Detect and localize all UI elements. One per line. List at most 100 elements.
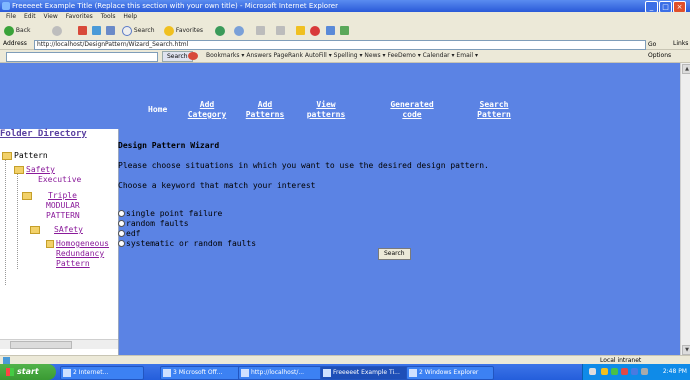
page-vertical-scrollbar[interactable]: ▲ ▼ bbox=[680, 63, 690, 355]
folder-directory-title[interactable]: Folder Directory bbox=[0, 129, 87, 139]
start-button[interactable]: start bbox=[0, 364, 56, 380]
home-button[interactable] bbox=[106, 25, 115, 36]
scroll-up-arrow-icon[interactable]: ▲ bbox=[682, 64, 690, 74]
option-label: random faults bbox=[126, 219, 189, 228]
favorites-button[interactable]: Favorites bbox=[164, 25, 203, 36]
menu-edit[interactable]: Edit bbox=[24, 13, 36, 20]
clock[interactable]: 2:48 PM bbox=[663, 364, 687, 380]
refresh-button[interactable] bbox=[92, 25, 101, 36]
menu-favorites[interactable]: Favorites bbox=[66, 13, 93, 20]
google-toolbar-items[interactable]: Bookmarks ▾ Answers PageRank AutoFill ▾ … bbox=[206, 50, 478, 62]
print-button[interactable] bbox=[276, 25, 285, 36]
links-button[interactable]: Links bbox=[673, 39, 688, 49]
option-single-point-failure[interactable]: single point failure bbox=[118, 209, 222, 218]
mail-button[interactable] bbox=[256, 25, 265, 36]
address-bar: Address http://localhost/DesignPattern/W… bbox=[0, 39, 690, 50]
search-label: Search bbox=[133, 27, 155, 34]
network-icon[interactable] bbox=[589, 368, 596, 375]
nav-search-pattern[interactable]: Search Pattern bbox=[466, 100, 522, 120]
folder-icon bbox=[22, 191, 32, 200]
menu-help[interactable]: Help bbox=[123, 13, 137, 20]
edit-button[interactable] bbox=[296, 25, 305, 36]
taskbar-item[interactable]: 3 Microsoft Off... bbox=[160, 366, 246, 380]
tree-item-pattern[interactable]: Pattern bbox=[2, 151, 48, 160]
menu-tools[interactable]: Tools bbox=[101, 13, 116, 20]
radio-button[interactable] bbox=[118, 220, 125, 227]
tree-item-pattern-sub[interactable]: PATTERN bbox=[46, 211, 80, 220]
tree-line bbox=[5, 155, 6, 285]
wizard-instruction-2: Choose a keyword that match your interes… bbox=[118, 181, 316, 190]
option-edf[interactable]: edf bbox=[118, 229, 140, 238]
address-field[interactable]: http://localhost/DesignPattern/Wizard_Se… bbox=[34, 40, 646, 50]
tree-item-triple[interactable]: Triple bbox=[22, 191, 77, 200]
back-button[interactable]: Back bbox=[4, 25, 31, 36]
tree-line bbox=[17, 169, 18, 269]
messenger-button[interactable] bbox=[340, 25, 349, 36]
messenger-icon bbox=[340, 26, 349, 35]
taskbar-item[interactable]: 2 Internet... bbox=[60, 366, 144, 380]
taskbar-item[interactable]: http://localhost/... bbox=[238, 366, 324, 380]
window-titlebar[interactable]: Freeeeet Example Title (Replace this sec… bbox=[0, 0, 690, 13]
tray-app-icon[interactable] bbox=[611, 368, 618, 375]
nav-generated-code[interactable]: Generated code bbox=[384, 100, 440, 120]
folder-horizontal-scrollbar[interactable] bbox=[0, 339, 118, 349]
tree-item-homogeneous[interactable]: Homogeneous bbox=[46, 239, 109, 248]
tree-item-redundancy[interactable]: Redundancy bbox=[56, 249, 104, 258]
nav-add-patterns[interactable]: Add Patterns bbox=[238, 100, 292, 120]
tree-item-sensor-label: SAfety bbox=[54, 225, 83, 234]
option-label: edf bbox=[126, 229, 141, 238]
option-random-faults[interactable]: random faults bbox=[118, 219, 189, 228]
nav-view-patterns-line1: View bbox=[316, 100, 336, 109]
taskbar-item-label: http://localhost/... bbox=[251, 369, 305, 376]
option-label: single point failure bbox=[126, 209, 223, 218]
tray-app-icon[interactable] bbox=[601, 368, 608, 375]
radio-button[interactable] bbox=[118, 240, 125, 247]
taskbar-item[interactable]: 2 Windows Explorer bbox=[406, 366, 494, 380]
windows-logo-icon bbox=[676, 13, 686, 21]
print-icon bbox=[276, 26, 285, 35]
research-button[interactable] bbox=[326, 25, 335, 36]
tree-item-safety[interactable]: Safety bbox=[14, 165, 55, 174]
option-systematic-or-random[interactable]: systematic or random faults bbox=[118, 239, 256, 248]
nav-add-category[interactable]: Add Category bbox=[180, 100, 234, 120]
forward-button[interactable] bbox=[52, 25, 62, 36]
tree-item-sensor[interactable]: SAfety bbox=[30, 225, 83, 234]
nav-add-patterns-line1: Add bbox=[257, 100, 273, 109]
media-icon bbox=[215, 25, 225, 36]
radio-button[interactable] bbox=[118, 210, 125, 217]
page-status-icon bbox=[3, 357, 10, 364]
nav-generated-code-line2: code bbox=[402, 110, 422, 119]
taskbar-item-active[interactable]: Freeeeet Example Ti... bbox=[320, 366, 414, 380]
scrollbar-thumb[interactable] bbox=[10, 341, 72, 349]
tree-item-pattern-leaf[interactable]: Pattern bbox=[56, 259, 90, 268]
nav-view-patterns[interactable]: View patterns bbox=[298, 100, 354, 120]
volume-icon[interactable] bbox=[641, 368, 648, 375]
folder-icon bbox=[30, 225, 40, 234]
discuss-button[interactable] bbox=[310, 25, 320, 36]
go-button[interactable]: Go bbox=[648, 40, 656, 50]
nav-add-patterns-line2: Patterns bbox=[245, 110, 285, 119]
tree-item-executive-label: Executive bbox=[38, 175, 82, 184]
scroll-down-arrow-icon[interactable]: ▼ bbox=[682, 345, 690, 355]
google-search-input[interactable] bbox=[6, 52, 158, 62]
history-button[interactable] bbox=[234, 25, 244, 36]
tray-app-icon[interactable] bbox=[631, 368, 638, 375]
standard-toolbar: Back Search Favorites bbox=[0, 22, 690, 40]
taskbar-item-label: 2 Windows Explorer bbox=[419, 369, 479, 376]
ie-icon bbox=[163, 369, 171, 377]
menu-file[interactable]: File bbox=[6, 13, 16, 20]
menu-view[interactable]: View bbox=[44, 13, 58, 20]
nav-add-category-line2: Category bbox=[187, 110, 227, 119]
tree-item-modular[interactable]: MODULAR bbox=[46, 201, 80, 210]
stop-button[interactable] bbox=[78, 25, 87, 36]
radio-button[interactable] bbox=[118, 230, 125, 237]
tree-item-executive[interactable]: Executive bbox=[38, 175, 81, 184]
search-button[interactable]: Search bbox=[122, 25, 155, 36]
google-block-icon[interactable] bbox=[188, 52, 198, 60]
refresh-icon bbox=[92, 26, 101, 35]
nav-home[interactable]: Home bbox=[148, 105, 167, 115]
media-button[interactable] bbox=[215, 25, 225, 36]
tray-app-icon[interactable] bbox=[621, 368, 628, 375]
google-options-button[interactable]: Options bbox=[648, 50, 671, 62]
wizard-search-button[interactable]: Search bbox=[378, 248, 411, 260]
